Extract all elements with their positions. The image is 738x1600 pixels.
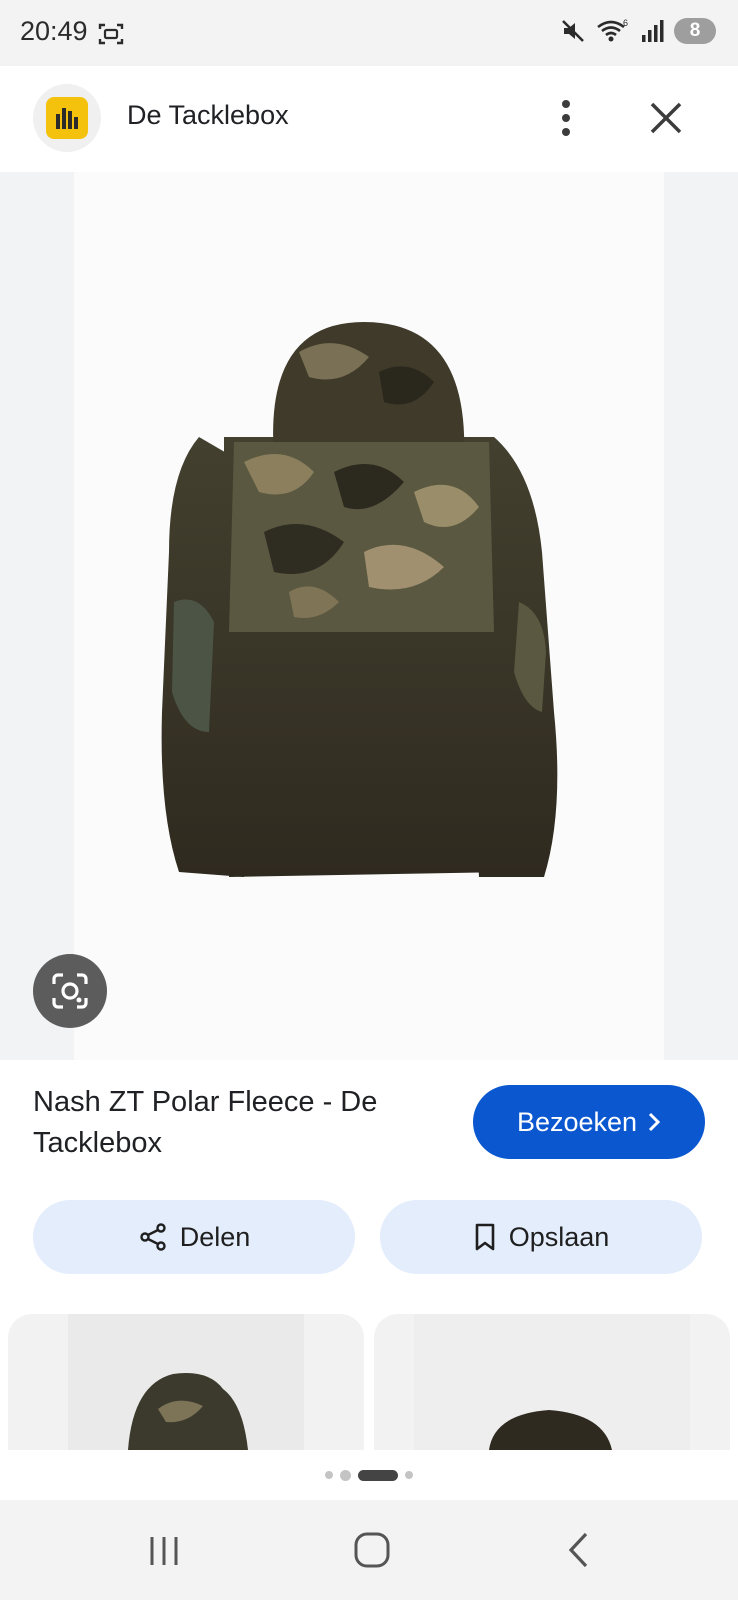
close-icon[interactable] <box>644 96 688 140</box>
more-vert-icon[interactable] <box>546 96 586 140</box>
image-viewer[interactable] <box>0 172 738 1060</box>
product-image[interactable] <box>74 172 664 1060</box>
result-title[interactable]: Nash ZT Polar Fleece - De Tacklebox <box>33 1082 453 1164</box>
result-header: De Tacklebox <box>0 66 738 172</box>
carousel-pager <box>0 1450 738 1500</box>
status-bar: 20:49 6 8 <box>0 0 738 66</box>
site-name[interactable]: De Tacklebox <box>127 100 289 131</box>
visit-button-label: Bezoeken <box>516 1106 638 1137</box>
share-button-label: Delen <box>179 1221 251 1252</box>
pager-dot <box>325 1471 333 1479</box>
chevron-right-icon <box>648 1112 661 1132</box>
tacklebox-logo-icon <box>56 108 78 129</box>
site-logo-badge <box>46 97 88 139</box>
screenshot-icon <box>98 23 124 45</box>
mute-icon <box>562 20 584 42</box>
related-result-card[interactable] <box>8 1314 364 1450</box>
fleece-jacket-image <box>161 322 558 877</box>
related-result-card[interactable] <box>374 1314 730 1450</box>
signal-icon <box>642 20 664 42</box>
pager-dot <box>405 1471 413 1479</box>
status-icons: 6 8 <box>560 18 716 44</box>
battery-level: 8 <box>689 20 701 41</box>
svg-text:6: 6 <box>623 18 628 28</box>
related-jacket-image <box>68 1314 304 1450</box>
pager-dot <box>340 1469 351 1481</box>
pager-dot-active <box>358 1469 398 1481</box>
site-logo[interactable] <box>33 84 101 152</box>
save-button-label: Opslaan <box>508 1221 610 1252</box>
lens-button[interactable] <box>33 954 107 1028</box>
lens-icon <box>52 973 88 1009</box>
battery-icon: 8 <box>674 18 716 44</box>
save-button[interactable]: Opslaan <box>380 1200 702 1274</box>
home-icon[interactable] <box>352 1530 392 1570</box>
related-jacket-image <box>414 1314 690 1450</box>
bookmark-icon <box>475 1223 495 1251</box>
share-button[interactable]: Delen <box>33 1200 355 1274</box>
visit-button[interactable]: Bezoeken <box>473 1085 705 1159</box>
status-time: 20:49 <box>20 16 88 46</box>
recents-icon[interactable] <box>146 1534 182 1568</box>
back-icon[interactable] <box>566 1530 592 1570</box>
wifi-icon: 6 <box>597 18 628 42</box>
system-nav-bar <box>0 1500 738 1600</box>
share-icon <box>140 1223 166 1251</box>
